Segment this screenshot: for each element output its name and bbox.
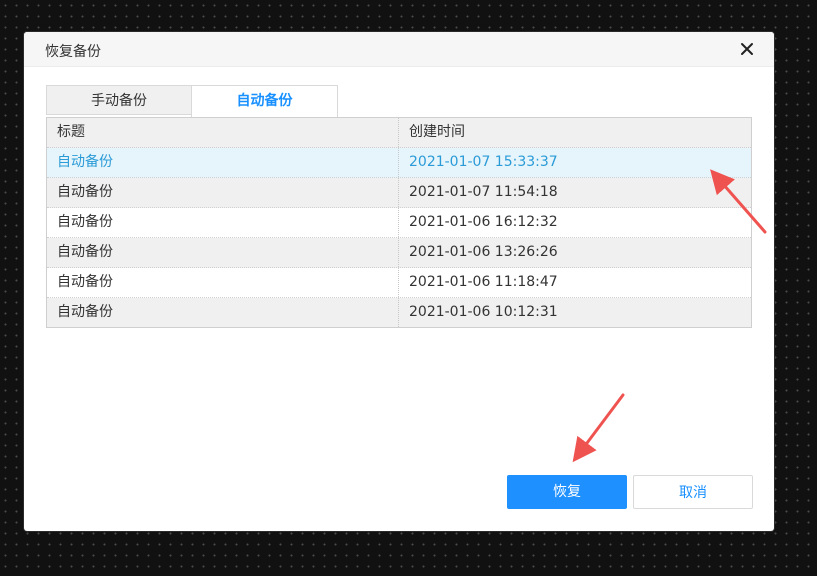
dialog-title: 恢复备份 [45,44,101,60]
table-row[interactable]: 自动备份 2021-01-06 16:12:32 [47,208,751,238]
restore-backup-dialog: 恢复备份 手动备份 自动备份 标题 创建时间 自动备份 2021-01-07 1… [24,32,774,531]
restore-button[interactable]: 恢复 [507,475,627,509]
row-created-time: 2021-01-06 11:18:47 [409,274,558,290]
table-row[interactable]: 自动备份 2021-01-07 15:33:37 [47,148,751,178]
close-icon [741,43,753,55]
column-header-title: 标题 [47,118,399,147]
cancel-button[interactable]: 取消 [633,475,753,509]
close-button[interactable] [738,40,756,58]
tab-auto-backup[interactable]: 自动备份 [191,85,338,117]
dialog-title-bar: 恢复备份 [24,32,774,67]
tab-manual-backup[interactable]: 手动备份 [46,85,192,115]
row-title: 自动备份 [47,298,399,327]
table-row[interactable]: 自动备份 2021-01-06 11:18:47 [47,268,751,298]
column-header-created-time: 创建时间 [409,124,465,140]
table-row[interactable]: 自动备份 2021-01-06 10:12:31 [47,298,751,327]
row-title: 自动备份 [47,238,399,267]
row-created-time: 2021-01-07 11:54:18 [409,184,558,200]
row-title: 自动备份 [47,208,399,237]
row-created-time: 2021-01-07 15:33:37 [409,154,558,170]
row-title: 自动备份 [47,268,399,297]
row-title: 自动备份 [47,148,399,177]
row-created-time: 2021-01-06 13:26:26 [409,244,558,260]
row-created-time: 2021-01-06 16:12:32 [409,214,558,230]
table-row[interactable]: 自动备份 2021-01-07 11:54:18 [47,178,751,208]
table-row[interactable]: 自动备份 2021-01-06 13:26:26 [47,238,751,268]
row-created-time: 2021-01-06 10:12:31 [409,304,558,320]
table-header-row: 标题 创建时间 [47,118,751,148]
backup-table: 标题 创建时间 自动备份 2021-01-07 15:33:37 自动备份 20… [46,117,752,328]
row-title: 自动备份 [47,178,399,207]
